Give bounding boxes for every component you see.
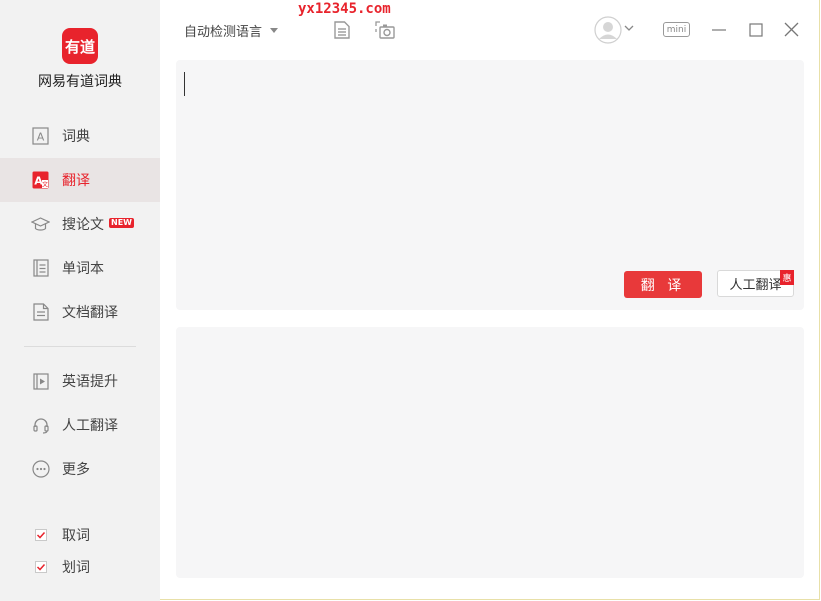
- sidebar: 有道 网易有道词典 A 词典 A文 翻译 搜论文 NEW 单词本 文档翻译 英语…: [0, 0, 160, 601]
- svg-text:A: A: [37, 131, 45, 144]
- select-word-checkbox[interactable]: [35, 561, 47, 573]
- video-play-icon: [31, 372, 50, 391]
- graduation-cap-icon: [31, 215, 50, 234]
- check-icon: [36, 563, 46, 571]
- option-select-word[interactable]: 划词: [0, 556, 160, 578]
- nav-label: 搜论文 NEW: [62, 214, 134, 234]
- nav-label: 英语提升: [62, 374, 118, 390]
- app-logo: 有道: [62, 28, 98, 64]
- new-badge: NEW: [109, 218, 134, 228]
- nav-label: 翻译: [62, 173, 90, 189]
- close-icon[interactable]: [784, 22, 799, 37]
- nav-label: 人工翻译: [62, 418, 118, 434]
- document-translate-icon[interactable]: [333, 20, 351, 39]
- maximize-icon[interactable]: [749, 23, 763, 37]
- nav-item-dictionary[interactable]: A 词典: [0, 114, 160, 158]
- nav-label: 文档翻译: [62, 305, 118, 321]
- nav-item-document-translate[interactable]: 文档翻译: [0, 290, 160, 334]
- wordbook-icon: [31, 259, 50, 278]
- user-avatar-icon[interactable]: [594, 16, 622, 44]
- mini-mode-button[interactable]: mini: [663, 22, 690, 37]
- translate-button[interactable]: 翻 译: [624, 271, 702, 298]
- nav-item-wordbook[interactable]: 单词本: [0, 246, 160, 290]
- translate-icon: A文: [31, 171, 50, 190]
- human-translate-label: 人工翻译: [729, 278, 782, 293]
- dictionary-icon: A: [31, 127, 50, 146]
- source-text-input[interactable]: [176, 60, 804, 310]
- sidebar-divider: [24, 346, 136, 347]
- language-select-value: 自动检测语言: [184, 25, 263, 40]
- nav-item-translate[interactable]: A文 翻译: [0, 158, 160, 202]
- capture-word-checkbox[interactable]: [35, 529, 47, 541]
- nav-item-english-improve[interactable]: 英语提升: [0, 359, 160, 403]
- discount-badge: 惠: [780, 270, 794, 285]
- document-icon: [31, 303, 50, 322]
- nav-label-text: 搜论文: [62, 217, 104, 233]
- select-word-label: 划词: [62, 560, 90, 576]
- language-select[interactable]: 自动检测语言: [184, 21, 279, 40]
- nav-item-papers[interactable]: 搜论文 NEW: [0, 202, 160, 246]
- nav-label: 词典: [62, 129, 90, 145]
- app-name: 网易有道词典: [38, 74, 122, 90]
- watermark-text: yx12345.com: [298, 1, 391, 17]
- check-icon: [36, 531, 46, 539]
- nav-label: 单词本: [62, 261, 104, 277]
- human-translate-button[interactable]: 人工翻译 惠: [717, 270, 794, 297]
- screenshot-translate-icon[interactable]: [374, 19, 396, 40]
- text-cursor: [184, 72, 185, 96]
- option-capture-word[interactable]: 取词: [0, 524, 160, 546]
- nav-item-human-translate[interactable]: 人工翻译: [0, 403, 160, 447]
- nav-item-more[interactable]: 更多: [0, 447, 160, 491]
- capture-word-label: 取词: [62, 528, 90, 544]
- nav-label: 更多: [62, 462, 90, 478]
- svg-text:文: 文: [42, 181, 48, 189]
- caret-down-icon: [270, 28, 279, 33]
- chevron-down-icon[interactable]: [624, 24, 634, 32]
- more-icon: [31, 460, 50, 479]
- app-logo-text: 有道: [64, 37, 95, 56]
- translation-result-panel: [176, 327, 804, 578]
- top-bar: 自动检测语言 mini: [160, 0, 821, 60]
- minimize-icon[interactable]: [712, 29, 726, 31]
- headset-icon: [31, 416, 50, 435]
